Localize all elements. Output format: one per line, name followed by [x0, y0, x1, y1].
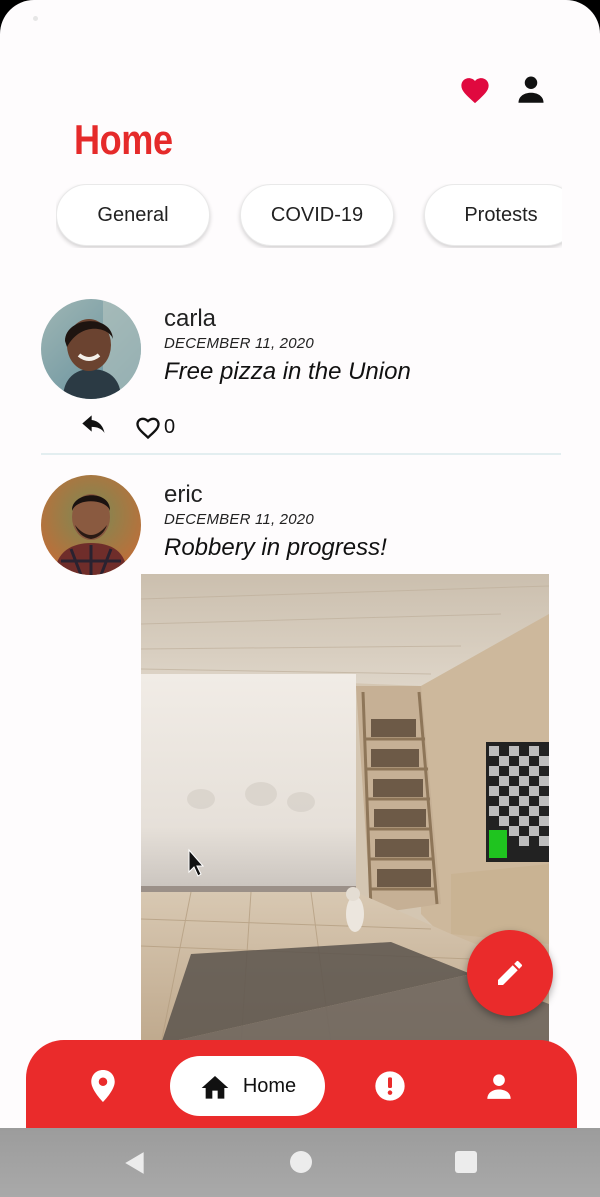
- heart-icon: [461, 78, 489, 104]
- home-icon: [201, 1076, 229, 1099]
- chip-general[interactable]: General: [56, 184, 210, 246]
- post-date: DECEMBER 11, 2020: [164, 335, 314, 352]
- system-recents-button[interactable]: [454, 1150, 478, 1179]
- nav-map[interactable]: [78, 1056, 128, 1116]
- nav-profile[interactable]: [474, 1056, 524, 1116]
- system-navigation-bar: [0, 1128, 600, 1197]
- post-actions: 0: [80, 414, 175, 440]
- back-icon: [125, 1152, 144, 1174]
- page-title: Home: [74, 116, 173, 163]
- avatar[interactable]: [41, 299, 141, 399]
- compose-button[interactable]: [467, 930, 553, 1016]
- reply-button[interactable]: [80, 415, 108, 439]
- chip-protests[interactable]: Protests: [424, 184, 562, 246]
- recents-icon: [455, 1151, 477, 1173]
- post-date: DECEMBER 11, 2020: [164, 511, 314, 528]
- reply-icon: [82, 415, 105, 433]
- post-username[interactable]: carla: [164, 305, 216, 333]
- alert-icon: [375, 1071, 405, 1101]
- app-screen: Home General COVID-19 Protests carla DEC…: [0, 0, 600, 1197]
- category-chips[interactable]: General COVID-19 Protests: [56, 184, 562, 248]
- bottom-navigation: Home: [26, 1040, 577, 1140]
- camera-dot: [33, 16, 38, 21]
- account-icon: [518, 76, 544, 103]
- avatar[interactable]: [41, 475, 141, 575]
- chip-covid-19[interactable]: COVID-19: [240, 184, 394, 246]
- post-text: Free pizza in the Union: [164, 358, 411, 385]
- heart-outline-icon: [136, 417, 160, 440]
- favorites-button[interactable]: [458, 72, 492, 106]
- system-back-button[interactable]: [122, 1150, 148, 1181]
- home-circle-icon: [290, 1151, 312, 1173]
- nav-alerts[interactable]: [365, 1056, 415, 1116]
- account-icon: [487, 1074, 511, 1099]
- post-username[interactable]: eric: [164, 481, 203, 509]
- profile-button[interactable]: [514, 72, 548, 106]
- post-divider: [41, 453, 561, 455]
- nav-home-label: Home: [242, 1074, 297, 1097]
- system-home-button[interactable]: [289, 1150, 313, 1179]
- like-button[interactable]: 0: [134, 414, 175, 440]
- location-pin-icon: [91, 1070, 115, 1102]
- pencil-icon: [498, 960, 522, 985]
- nav-home[interactable]: Home: [170, 1056, 325, 1116]
- post-text: Robbery in progress!: [164, 534, 387, 561]
- top-actions: [458, 72, 548, 106]
- like-count: 0: [164, 415, 176, 438]
